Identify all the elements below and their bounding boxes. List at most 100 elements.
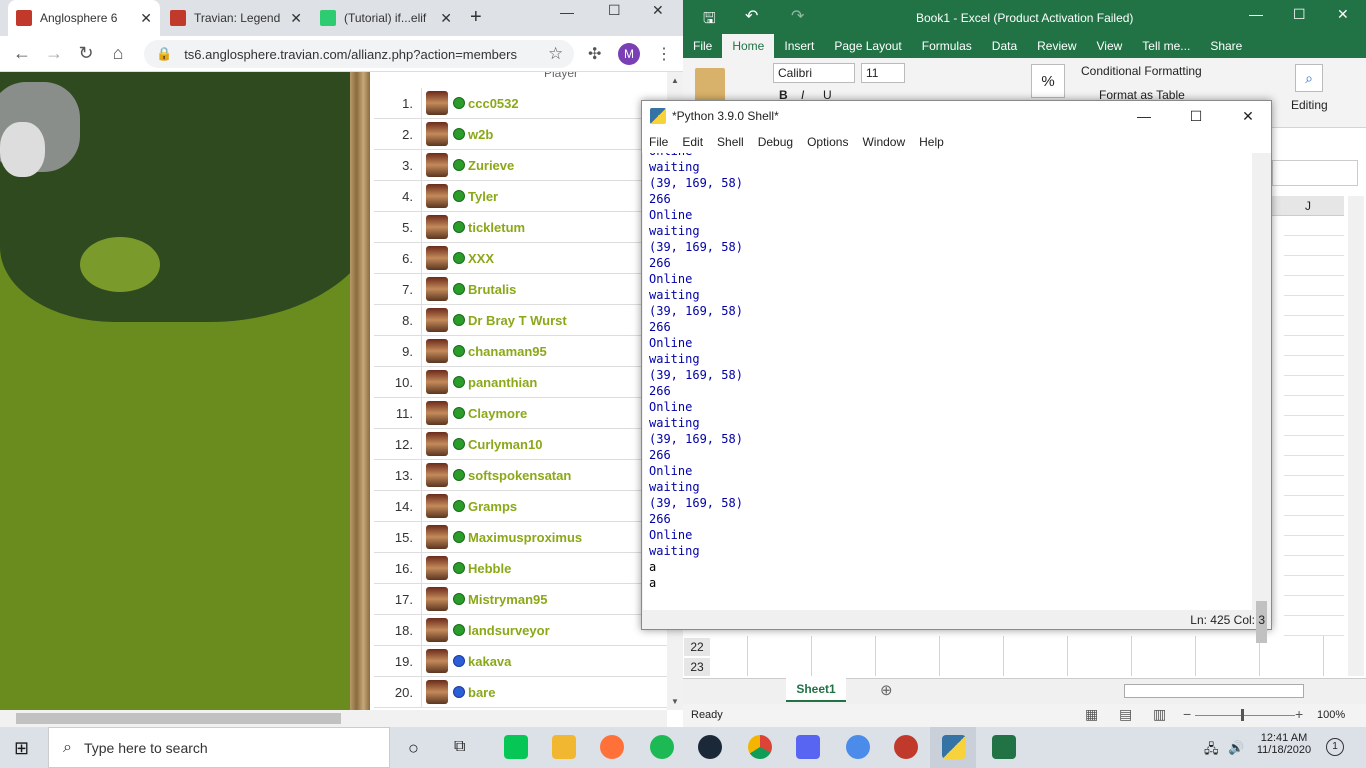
cortana-icon[interactable]: ○ (408, 738, 419, 759)
undo-icon[interactable]: ↶ (745, 6, 758, 26)
tab-formulas[interactable]: Formulas (912, 34, 982, 58)
menu-kebab-icon[interactable]: ⋮ (656, 44, 672, 64)
minimize-icon[interactable]: — (1121, 108, 1167, 124)
zoom-in-icon[interactable]: + (1295, 706, 1303, 722)
percent-style-icon[interactable]: % (1031, 64, 1065, 98)
player-name-link[interactable]: pananthian (468, 375, 537, 390)
player-name-link[interactable]: Curlyman10 (468, 437, 542, 452)
maximize-icon[interactable]: ☐ (1293, 6, 1306, 23)
minimize-icon[interactable]: — (1249, 6, 1263, 22)
menu-edit[interactable]: Edit (675, 135, 710, 149)
player-name-link[interactable]: Brutalis (468, 282, 516, 297)
taskbar-clock[interactable]: 12:41 AM 11/18/2020 (1252, 732, 1316, 756)
home-icon[interactable]: ⌂ (102, 38, 134, 70)
shell-scrollbar[interactable] (1253, 153, 1270, 643)
column-header-j[interactable]: J (1272, 196, 1344, 216)
browser-tab-1[interactable]: Anglosphere 6 ✕ (8, 0, 160, 36)
paste-icon[interactable] (695, 68, 725, 102)
bookmark-star-icon[interactable]: ☆ (548, 44, 563, 64)
browser-tab-3[interactable]: (Tutorial) if...elif ✕ (312, 0, 460, 36)
chrome-icon[interactable] (748, 735, 772, 759)
player-name-link[interactable]: Claymore (468, 406, 527, 421)
row-header-22[interactable]: 22 (684, 638, 710, 656)
maximize-icon[interactable]: ☐ (608, 2, 621, 19)
menu-window[interactable]: Window (855, 135, 912, 149)
player-name-link[interactable]: XXX (468, 251, 494, 266)
taskbar-search[interactable]: ⌕ Type here to search (48, 727, 390, 768)
file-explorer-icon[interactable] (552, 735, 576, 759)
player-name-link[interactable]: Hebble (468, 561, 511, 576)
excel-grid[interactable] (1284, 216, 1344, 676)
player-name-link[interactable]: w2b (468, 127, 493, 142)
tab-page-layout[interactable]: Page Layout (824, 34, 911, 58)
find-search-icon[interactable]: ⌕ (1295, 64, 1323, 92)
extensions-icon[interactable]: ✣ (588, 44, 601, 64)
page-layout-view-icon[interactable]: ▤ (1119, 706, 1132, 723)
new-tab-icon[interactable]: + (470, 6, 482, 29)
notification-center-icon[interactable]: 1 (1326, 738, 1344, 756)
sheet-tab-sheet1[interactable]: Sheet1 (786, 678, 846, 702)
zoom-level[interactable]: 100% (1317, 709, 1345, 721)
excel-grid-bottom[interactable] (684, 636, 1344, 676)
page-break-view-icon[interactable]: ▥ (1153, 706, 1166, 723)
maximize-icon[interactable]: ☐ (1173, 108, 1219, 125)
tab-home[interactable]: Home (722, 34, 775, 58)
reload-icon[interactable]: ↻ (70, 38, 102, 70)
address-bar[interactable]: 🔒 ts6.anglosphere.travian.com/allianz.ph… (144, 40, 574, 68)
share-button[interactable]: Share (1200, 34, 1252, 58)
shell-output[interactable]: Online waiting (39, 169, 58) 266 Online waiti… (643, 153, 1252, 610)
player-name-link[interactable]: softspokensatan (468, 468, 571, 483)
close-window-icon[interactable]: ✕ (1225, 108, 1271, 125)
zoom-slider[interactable] (1195, 715, 1295, 716)
player-name-link[interactable]: Zurieve (468, 158, 514, 173)
back-icon[interactable]: ← (6, 38, 38, 70)
zoom-out-icon[interactable]: − (1183, 706, 1191, 722)
firefox-icon[interactable] (600, 735, 624, 759)
minimize-icon[interactable]: — (560, 4, 574, 20)
discord-icon[interactable] (796, 735, 820, 759)
player-name-link[interactable]: tickletum (468, 220, 525, 235)
python-taskbar-icon[interactable] (942, 735, 966, 759)
font-size-select[interactable]: 11 (861, 63, 905, 83)
tab-file[interactable]: File (683, 34, 722, 58)
close-window-icon[interactable]: ✕ (1337, 6, 1349, 23)
player-name-link[interactable]: Dr Bray T Wurst (468, 313, 567, 328)
tab-insert[interactable]: Insert (774, 34, 824, 58)
windows-start-icon[interactable]: ⊞ (14, 738, 29, 759)
scrollbar-thumb[interactable] (16, 713, 341, 724)
tab-view[interactable]: View (1087, 34, 1133, 58)
tab-tell-me[interactable]: Tell me... (1132, 34, 1200, 58)
row-header-23[interactable]: 23 (684, 658, 710, 676)
tab-data[interactable]: Data (982, 34, 1027, 58)
player-name-link[interactable]: kakava (468, 654, 511, 669)
spotify-icon[interactable] (650, 735, 674, 759)
menu-debug[interactable]: Debug (751, 135, 800, 149)
profile-avatar[interactable]: M (618, 43, 640, 65)
player-name-link[interactable]: Tyler (468, 189, 498, 204)
menu-help[interactable]: Help (912, 135, 951, 149)
excel-vertical-scrollbar[interactable] (1348, 196, 1364, 676)
save-icon[interactable]: 🖫 (703, 8, 716, 33)
zoom-slider-thumb[interactable] (1241, 709, 1244, 721)
close-icon[interactable]: ✕ (290, 10, 302, 27)
sheet-horizontal-scrollbar[interactable] (1124, 684, 1304, 698)
task-view-icon[interactable]: ⧉ (454, 738, 465, 756)
conditional-formatting-button[interactable]: Conditional Formatting (1081, 64, 1202, 78)
tab-review[interactable]: Review (1027, 34, 1086, 58)
chromium-icon[interactable] (846, 735, 870, 759)
network-icon[interactable]: 🖧 (1204, 740, 1219, 762)
menu-file[interactable]: File (642, 135, 675, 149)
close-icon[interactable]: ✕ (140, 10, 152, 27)
close-icon[interactable]: ✕ (440, 10, 452, 27)
redo-icon[interactable]: ↷ (791, 6, 804, 26)
game-map[interactable] (0, 72, 360, 710)
formula-bar[interactable] (1272, 160, 1358, 186)
font-name-select[interactable]: Calibri (773, 63, 855, 83)
player-name-link[interactable]: Gramps (468, 499, 517, 514)
browser-tab-2[interactable]: Travian: Legend ✕ (162, 0, 310, 36)
line-app-icon[interactable] (504, 735, 528, 759)
player-name-link[interactable]: bare (468, 685, 495, 700)
player-name-link[interactable]: chanaman95 (468, 344, 547, 359)
steam-icon[interactable] (698, 735, 722, 759)
player-name-link[interactable]: landsurveyor (468, 623, 550, 638)
